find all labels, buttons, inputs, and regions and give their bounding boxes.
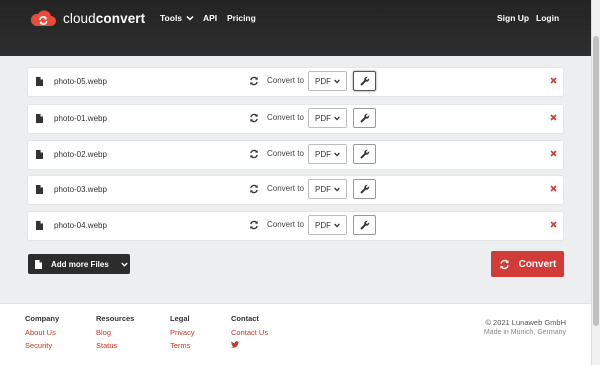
page-scrollbar[interactable] xyxy=(591,0,600,365)
chevron-down-icon xyxy=(334,116,340,121)
close-icon[interactable] xyxy=(550,221,557,228)
close-icon[interactable] xyxy=(550,185,557,192)
sync-icon xyxy=(250,113,258,123)
logo-text: cloudconvert xyxy=(63,10,146,26)
sync-icon xyxy=(499,259,509,269)
wrench-icon xyxy=(360,149,369,159)
twitter-icon[interactable] xyxy=(231,341,239,348)
file-row: photo-04.webp Convert to PDF xyxy=(28,212,563,240)
convert-to-label: Convert to xyxy=(267,220,304,229)
settings-button[interactable] xyxy=(353,215,376,235)
file-name: photo-05.webp xyxy=(54,77,107,86)
add-more-files-button[interactable]: Add more Files xyxy=(28,254,130,274)
cloud-logo-icon xyxy=(30,10,56,26)
format-select[interactable]: PDF xyxy=(308,179,347,199)
footer-link-terms[interactable]: Terms xyxy=(170,341,195,350)
add-more-files-label: Add more Files xyxy=(51,259,109,269)
nav-pricing[interactable]: Pricing xyxy=(227,13,256,23)
chevron-down-icon xyxy=(334,152,340,157)
settings-button[interactable] xyxy=(353,179,376,199)
file-icon xyxy=(35,259,42,269)
wrench-icon xyxy=(360,76,369,86)
convert-to-label: Convert to xyxy=(267,76,304,85)
copyright-text: © 2021 Lunaweb GmbH xyxy=(485,318,566,327)
footer-link-security[interactable]: Security xyxy=(25,341,59,350)
convert-button[interactable]: Convert xyxy=(491,251,564,277)
format-value: PDF xyxy=(315,76,331,86)
file-name: photo-01.webp xyxy=(54,114,107,123)
logo[interactable]: cloudconvert xyxy=(30,9,145,27)
footer-company-title: Company xyxy=(25,314,60,323)
settings-button[interactable] xyxy=(353,71,376,91)
format-select[interactable]: PDF xyxy=(308,144,347,164)
made-in-text: Made in Munich, Germany xyxy=(483,329,566,336)
convert-to-label: Convert to xyxy=(267,184,304,193)
convert-label: Convert xyxy=(518,258,557,270)
wrench-icon xyxy=(360,113,369,123)
chevron-down-icon xyxy=(121,262,128,267)
format-value: PDF xyxy=(315,113,331,123)
settings-button[interactable] xyxy=(353,108,376,128)
file-name: photo-02.webp xyxy=(54,150,107,159)
format-value: PDF xyxy=(315,149,331,159)
format-select[interactable]: PDF xyxy=(308,215,347,235)
chevron-down-icon xyxy=(334,187,340,192)
close-icon[interactable] xyxy=(550,150,557,157)
file-row: photo-05.webp Convert to PDF xyxy=(28,68,563,96)
nav-tools[interactable]: Tools xyxy=(160,13,194,23)
convert-to-label: Convert to xyxy=(267,149,304,158)
footer-resources-title: Resources xyxy=(96,314,135,323)
footer-copyright: © 2021 Lunaweb GmbH Made in Munich, Germ… xyxy=(484,318,566,336)
footer-contact: Contact Contact Us xyxy=(231,314,268,348)
file-row: photo-01.webp Convert to PDF xyxy=(28,105,563,133)
nav-tools-label: Tools xyxy=(160,13,183,23)
file-icon xyxy=(36,150,43,159)
footer-link-blog[interactable]: Blog xyxy=(96,328,134,337)
format-value: PDF xyxy=(315,184,331,194)
file-row: photo-02.webp Convert to PDF xyxy=(28,141,563,169)
wrench-icon xyxy=(360,220,369,230)
sync-icon xyxy=(250,76,258,86)
scrollbar-thumb[interactable] xyxy=(593,36,599,326)
sync-icon xyxy=(250,184,258,194)
file-name: photo-03.webp xyxy=(54,185,107,194)
chevron-down-icon xyxy=(334,223,340,228)
sync-icon xyxy=(250,149,258,159)
file-row: photo-03.webp Convert to PDF xyxy=(28,176,563,204)
format-select[interactable]: PDF xyxy=(308,108,347,128)
footer-link-contact-us[interactable]: Contact Us xyxy=(231,328,268,337)
footer-legal: Legal Privacy Terms xyxy=(170,314,195,354)
file-icon xyxy=(36,114,43,123)
top-header: cloudconvert Tools API Pricing Sign Up L… xyxy=(0,0,591,56)
format-select[interactable]: PDF xyxy=(308,71,347,91)
footer: Company About Us Security Resources Blog… xyxy=(0,303,591,365)
footer-link-privacy[interactable]: Privacy xyxy=(170,328,195,337)
chevron-down-icon xyxy=(334,79,340,84)
footer-resources: Resources Blog Status xyxy=(96,314,134,354)
chevron-down-icon xyxy=(186,15,194,21)
footer-link-status[interactable]: Status xyxy=(96,341,134,350)
sync-icon xyxy=(250,220,258,230)
file-icon xyxy=(36,77,43,86)
format-value: PDF xyxy=(315,220,331,230)
nav-sign-up[interactable]: Sign Up xyxy=(497,13,529,23)
footer-company: Company About Us Security xyxy=(25,314,59,354)
footer-contact-title: Contact xyxy=(231,314,259,323)
settings-button[interactable] xyxy=(353,144,376,164)
close-icon[interactable] xyxy=(550,77,557,84)
convert-to-label: Convert to xyxy=(267,113,304,122)
nav-login[interactable]: Login xyxy=(536,13,559,23)
footer-legal-title: Legal xyxy=(170,314,190,323)
file-name: photo-04.webp xyxy=(54,221,107,230)
nav-api[interactable]: API xyxy=(203,13,217,23)
file-icon xyxy=(36,221,43,230)
wrench-icon xyxy=(360,184,369,194)
file-icon xyxy=(36,185,43,194)
close-icon[interactable] xyxy=(550,114,557,121)
footer-link-about-us[interactable]: About Us xyxy=(25,328,59,337)
